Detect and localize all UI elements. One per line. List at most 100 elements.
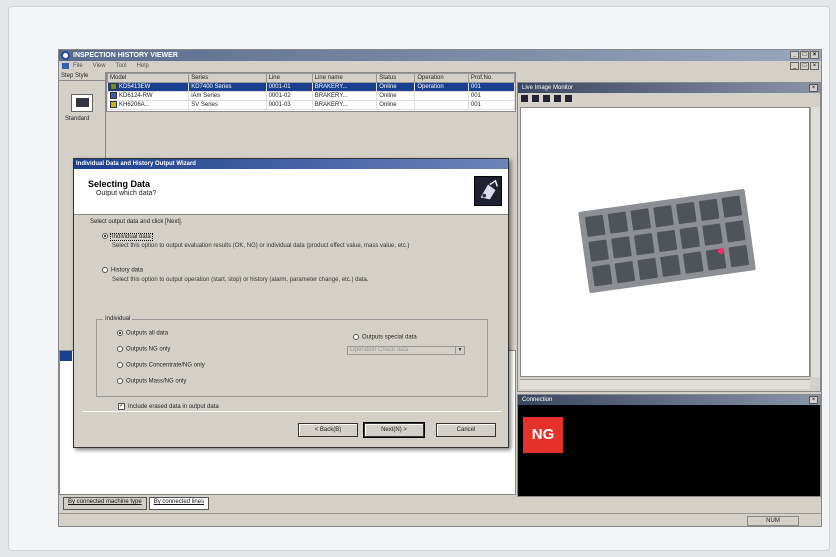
zoom-in-icon[interactable]: [521, 95, 528, 102]
radio-off-icon: [102, 267, 108, 273]
table-cell: Online: [376, 91, 416, 101]
sub-option-all[interactable]: Outputs all data: [117, 330, 168, 337]
menu-help[interactable]: Help: [137, 61, 149, 71]
window-title: INSPECTION HISTORY VIEWER: [73, 52, 178, 59]
group-label: Individual: [103, 316, 133, 322]
col-status[interactable]: Status: [376, 73, 416, 83]
table-cell: Online: [376, 100, 416, 110]
sub-option-mass[interactable]: Outputs Mass/NG only: [117, 378, 186, 385]
table-cell: KD6124-RW: [106, 91, 190, 101]
button-separator: [82, 411, 502, 412]
col-line-name[interactable]: Line name: [311, 73, 378, 83]
copy-icon[interactable]: [565, 95, 572, 102]
tab-strip: By connected machine type By connected l…: [59, 497, 519, 510]
rotate-icon[interactable]: [554, 95, 561, 102]
checkmark-icon: ✓: [118, 403, 125, 410]
table-cell: 001: [467, 91, 516, 101]
num-lock-indicator: NUM: [747, 516, 799, 526]
table-cell: 0001-03: [265, 100, 313, 110]
table-cell: BRAKERY...: [311, 100, 378, 110]
document-icon: [62, 63, 69, 69]
table-row[interactable]: KD6124-RW iAm Series 0001-02 BRAKERY... …: [106, 91, 516, 101]
wizard-header: Selecting Data Output which data?: [74, 169, 508, 215]
sub-option-ng[interactable]: Outputs NG only: [117, 346, 170, 353]
table-cell: [414, 91, 469, 101]
wizard-title: Individual Data and History Output Wizar…: [74, 159, 508, 169]
wizard-graphic-icon: [474, 176, 502, 206]
vertical-scrollbar[interactable]: [810, 107, 820, 377]
zoom-out-icon[interactable]: [532, 95, 539, 102]
app-icon: [61, 51, 70, 60]
menu-bar: File View Tool Help _ □ ×: [59, 61, 821, 71]
tab-by-machine-type[interactable]: By connected machine type: [63, 497, 147, 510]
table-cell: Online: [376, 82, 416, 92]
machine-table: Model Series Line Line name Status Opera…: [106, 72, 516, 112]
image-monitor-pane: Live Image Monitor ×: [517, 82, 821, 392]
option1-description: Select this option to output evaluation …: [112, 243, 410, 249]
table-cell: BRAKERY...: [311, 91, 378, 101]
maximize-button[interactable]: □: [800, 51, 809, 59]
option-individual-data[interactable]: Individual data: [102, 232, 153, 241]
step-style-header: Step Style: [59, 72, 105, 81]
col-line[interactable]: Line: [265, 73, 313, 83]
cancel-button[interactable]: Cancel: [436, 423, 496, 437]
machine-icon: [110, 101, 117, 109]
individual-options-group: Individual Outputs all data Outputs NG o…: [96, 316, 488, 397]
step-label: Standard: [65, 116, 90, 122]
radio-on-icon: [102, 233, 108, 239]
table-cell: KH6206A...: [106, 100, 190, 110]
output-wizard-dialog: Individual Data and History Output Wizar…: [73, 158, 509, 448]
standard-step-button[interactable]: [71, 94, 93, 112]
col-prof-no[interactable]: Prof.No.: [467, 73, 516, 83]
doc-minimize-button[interactable]: _: [790, 62, 799, 70]
col-series[interactable]: Series: [188, 73, 267, 83]
next-button[interactable]: Next(N) >: [363, 422, 425, 438]
close-button[interactable]: ×: [810, 51, 819, 59]
minimize-button[interactable]: _: [790, 51, 799, 59]
machine-icon: [110, 92, 117, 100]
sub-option-concentrate[interactable]: Outputs Concentrate/NG only: [117, 362, 205, 369]
connection-title: Connection ×: [518, 395, 820, 405]
table-cell: iAm Series: [188, 91, 267, 101]
image-monitor-close-button[interactable]: ×: [809, 84, 818, 92]
connection-close-button[interactable]: ×: [809, 396, 818, 404]
title-bar: INSPECTION HISTORY VIEWER _ □ ×: [59, 50, 821, 61]
wizard-prompt: Select output data and click [Next].: [90, 219, 183, 225]
table-cell: [414, 100, 469, 110]
doc-close-button[interactable]: ×: [810, 62, 819, 70]
menu-file[interactable]: File: [73, 61, 83, 71]
col-model[interactable]: Model: [106, 73, 190, 83]
connection-pane: Connection × NG: [517, 394, 821, 497]
table-cell: KD5413EW: [106, 82, 190, 92]
panel-header-icon: [60, 351, 72, 361]
table-cell: 001: [467, 82, 516, 92]
table-cell: KD7400 Series: [188, 82, 267, 92]
status-bar: NUM: [59, 513, 821, 526]
col-operation[interactable]: Operation: [414, 73, 469, 83]
special-data-select[interactable]: Operation Check data ▼: [347, 346, 465, 355]
inspection-image: [520, 107, 810, 377]
table-cell: Operation: [414, 82, 469, 92]
chevron-down-icon: ▼: [455, 347, 464, 354]
machine-icon: [110, 83, 117, 91]
option-history-data[interactable]: History data: [102, 267, 143, 274]
menu-tool[interactable]: Tool: [116, 61, 127, 71]
include-erased-checkbox[interactable]: ✓ Include erased data in output data: [118, 403, 219, 410]
monitor-bezel: INSPECTION HISTORY VIEWER _ □ × File Vie…: [8, 6, 830, 551]
horizontal-scrollbar[interactable]: [520, 379, 810, 389]
option2-description: Select this option to output operation (…: [112, 277, 369, 283]
image-toolbar: [518, 93, 820, 104]
pointer-icon[interactable]: [543, 95, 550, 102]
table-cell: 0001-02: [265, 91, 313, 101]
menu-view[interactable]: View: [93, 61, 106, 71]
table-cell: BRAKERY...: [311, 82, 378, 92]
table-row[interactable]: KH6206A... SV Series 0001-03 BRAKERY... …: [106, 100, 516, 110]
doc-restore-button[interactable]: □: [800, 62, 809, 70]
table-cell: 0001-01: [265, 82, 313, 92]
table-cell: SV Series: [188, 100, 267, 110]
sub-option-special[interactable]: Outputs special data: [353, 334, 417, 341]
back-button[interactable]: < Back(B): [298, 423, 358, 437]
computer-icon: [76, 98, 89, 107]
tab-by-lines[interactable]: By connected lines: [148, 497, 210, 510]
table-row[interactable]: KD5413EW KD7400 Series 0001-01 BRAKERY..…: [106, 82, 516, 92]
